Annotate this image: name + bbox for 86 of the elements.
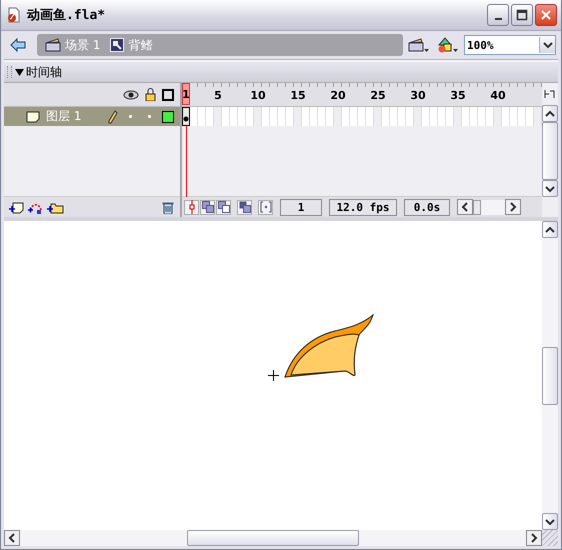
- minimize-icon: [494, 18, 502, 20]
- frame-cell[interactable]: [294, 107, 302, 126]
- scroll-thumb[interactable]: [542, 122, 558, 180]
- frame-cell[interactable]: [534, 107, 542, 126]
- trash-icon[interactable]: [162, 200, 174, 214]
- scroll-thumb[interactable]: [542, 346, 558, 404]
- zoom-dropdown[interactable]: 100%: [464, 35, 556, 55]
- scroll-thumb[interactable]: [187, 530, 359, 546]
- playhead-line: [186, 126, 187, 197]
- add-folder-icon[interactable]: [46, 200, 64, 214]
- frame-rate: 12.0 fps: [329, 198, 397, 216]
- horizontal-scrollbar[interactable]: [457, 200, 521, 214]
- scroll-left-button[interactable]: [457, 199, 473, 215]
- scroll-down-button[interactable]: [542, 180, 558, 197]
- scroll-up-button[interactable]: [542, 105, 558, 122]
- frame-cell[interactable]: [374, 107, 382, 126]
- elapsed-time: 0.0s: [404, 198, 450, 216]
- frame-cell[interactable]: [334, 107, 342, 126]
- playhead-icon: [188, 200, 196, 214]
- center-frame-button[interactable]: [184, 200, 199, 214]
- timeline-toggle[interactable]: 时间轴: [15, 64, 62, 80]
- playhead[interactable]: 1: [182, 83, 190, 105]
- stage-vertical-scrollbar[interactable]: [542, 221, 558, 530]
- frame-cell[interactable]: [494, 107, 502, 126]
- visibility-dot[interactable]: [129, 115, 132, 118]
- panel-menu-icon[interactable]: [544, 89, 556, 99]
- pencil-icon: [108, 110, 118, 124]
- keyframe-cell[interactable]: [182, 107, 190, 126]
- brackets-icon: [260, 201, 272, 213]
- chevron-down-icon: [542, 41, 552, 49]
- onion-skin-icon: [202, 201, 214, 213]
- chevron-down-icon: [545, 184, 555, 192]
- chevron-left-icon: [461, 202, 469, 212]
- crosshair-icon: [268, 370, 279, 381]
- scroll-thumb[interactable]: [473, 200, 481, 214]
- left-arrow-icon: [10, 38, 26, 52]
- add-layer-icon[interactable]: [8, 200, 24, 214]
- frame-cell[interactable]: [414, 107, 422, 126]
- current-frame: 1: [280, 198, 322, 216]
- size-grip[interactable]: [542, 530, 558, 546]
- frame-cell[interactable]: [254, 107, 262, 126]
- chevron-up-icon: [545, 226, 555, 234]
- scroll-right-button[interactable]: [505, 199, 521, 215]
- onion-markers-button[interactable]: [258, 200, 273, 214]
- edit-multiple-frames-button[interactable]: [237, 200, 252, 214]
- chevron-up-icon: [545, 110, 555, 118]
- eye-icon[interactable]: [123, 90, 139, 100]
- scroll-left-button[interactable]: [4, 530, 20, 546]
- outline-color-swatch[interactable]: [162, 110, 174, 122]
- frame-number: 5: [214, 89, 222, 102]
- chevron-left-icon: [8, 533, 16, 543]
- chevron-down-icon: [545, 518, 555, 526]
- window-title: 动画鱼.fla*: [27, 7, 106, 24]
- onion-outline-icon: [218, 201, 230, 213]
- clapperboard-icon: [408, 37, 430, 53]
- scroll-down-button[interactable]: [542, 513, 558, 530]
- vertical-scrollbar[interactable]: [542, 105, 558, 197]
- edit-symbol-button[interactable]: [435, 37, 461, 53]
- document-icon: [7, 7, 21, 23]
- close-button[interactable]: [535, 4, 557, 26]
- close-icon: [540, 9, 552, 21]
- shapes-icon: [437, 37, 459, 53]
- onion-outline-button[interactable]: [216, 200, 231, 214]
- outline-icon[interactable]: [162, 88, 174, 100]
- minimize-button[interactable]: [487, 4, 509, 26]
- frame-track[interactable]: [182, 107, 542, 126]
- triangle-icon: [15, 68, 24, 76]
- stage-horizontal-scrollbar[interactable]: [4, 530, 558, 546]
- chevron-right-icon: [530, 533, 538, 543]
- edit-scene-button[interactable]: [406, 37, 432, 53]
- onion-skin-button[interactable]: [200, 200, 215, 214]
- symbol-icon: [110, 38, 124, 52]
- chevron-right-icon: [509, 202, 517, 212]
- layer-name: 图层 1: [46, 108, 82, 125]
- keyframe-icon: [183, 116, 189, 122]
- lock-dot[interactable]: [148, 115, 151, 118]
- maximize-button[interactable]: [511, 4, 533, 26]
- frames-icon: [238, 201, 250, 213]
- scroll-up-button[interactable]: [542, 221, 558, 238]
- frame-cell[interactable]: [214, 107, 222, 126]
- clapperboard-icon: [45, 38, 61, 52]
- maximize-icon: [516, 9, 528, 21]
- scroll-right-button[interactable]: [526, 530, 542, 546]
- layer-icon: [26, 110, 40, 122]
- lock-icon[interactable]: [145, 88, 156, 101]
- frame-cell[interactable]: [454, 107, 462, 126]
